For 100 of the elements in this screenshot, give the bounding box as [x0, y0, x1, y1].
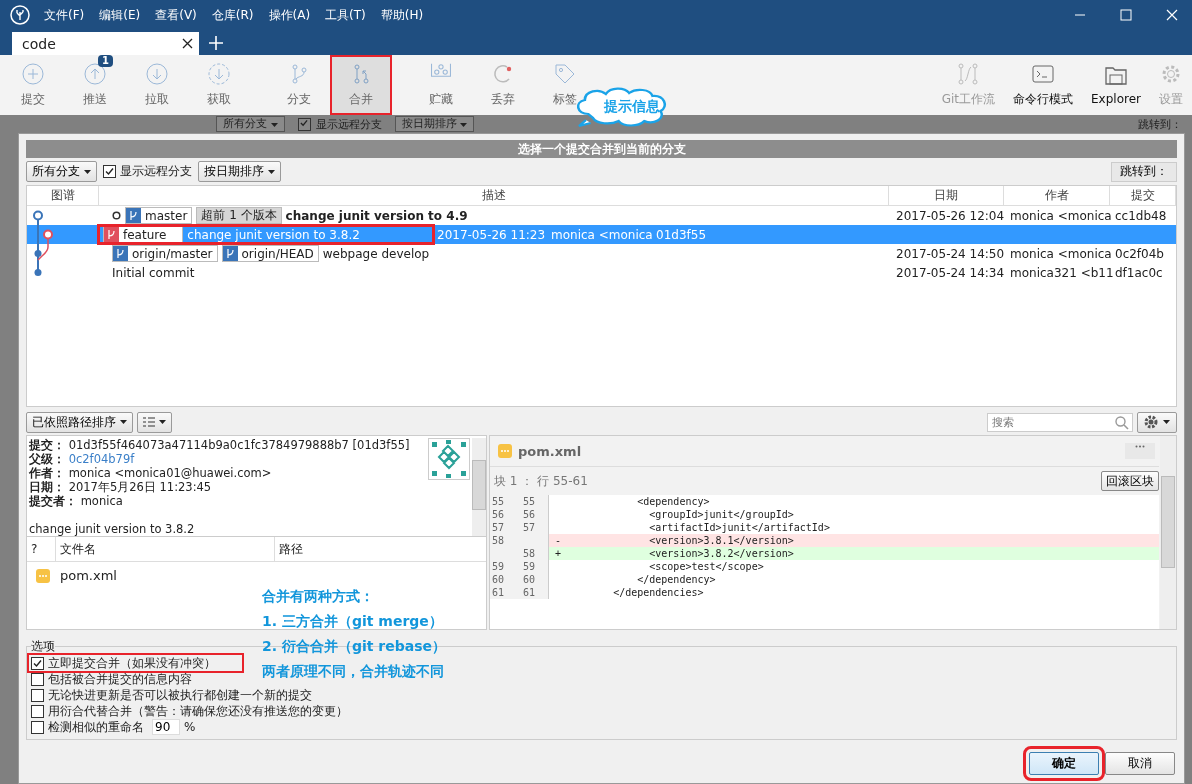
caret-icon: [84, 169, 91, 174]
column-header[interactable]: 作者: [1004, 186, 1110, 205]
checkbox-label: 无论快进更新是否可以被执行都创建一个新的提交: [48, 686, 312, 704]
commit-cell-text: 0c2f04b: [1114, 246, 1165, 261]
flow-icon: [957, 62, 980, 85]
branch-dropdown[interactable]: 所有分支: [26, 161, 97, 182]
toolbar-button[interactable]: 获取: [188, 55, 250, 115]
settings-dropdown[interactable]: [1137, 411, 1177, 433]
field-value: monica: [80, 494, 123, 508]
column-header[interactable]: 路径: [275, 537, 486, 561]
tag-icon: [554, 62, 576, 85]
toolbar-button[interactable]: 提交: [2, 55, 64, 115]
download-icon: [146, 62, 168, 85]
maximize-icon[interactable]: [1120, 9, 1132, 21]
modified-icon: [498, 444, 512, 458]
checkbox[interactable]: [103, 165, 116, 178]
column-header[interactable]: 描述: [99, 186, 889, 205]
modified-icon: [36, 568, 50, 583]
sort-dropdown[interactable]: 按日期排序: [394, 116, 474, 132]
checkbox[interactable]: [31, 656, 44, 670]
caret-icon: [460, 123, 467, 127]
sort-dropdown[interactable]: 已依照路径排序: [26, 411, 133, 433]
annotation-text: 2. 衍合合并（git rebase）: [262, 638, 447, 654]
menu-item[interactable]: 文件(F): [44, 6, 85, 24]
scrollbar[interactable]: [1160, 436, 1176, 629]
jump-label: 跳转到：: [1138, 116, 1182, 132]
date-cell-text: 2017-05-26 12:04: [895, 208, 1006, 223]
field-value: monica <monica01@huawei.com>: [68, 466, 272, 480]
plus-icon: [22, 62, 44, 85]
column-header[interactable]: 提交: [1110, 186, 1176, 205]
commit-cell-text: df1ac0c: [1114, 265, 1164, 280]
toolbar-button[interactable]: 贮藏: [410, 55, 472, 115]
toolbar-button[interactable]: 合并: [330, 55, 392, 115]
menu-item[interactable]: 操作(A): [268, 6, 311, 24]
list-icon: [143, 417, 155, 427]
checkbox-label: 显示远程分支: [315, 116, 382, 132]
upload-icon: [84, 62, 106, 85]
revert-hunk-button[interactable]: 回滚区块: [1101, 471, 1159, 491]
file-name: pom.xml: [518, 443, 582, 459]
commit-row[interactable]: Initial commit 2017-05-24 14:34 monica321 <b11df1ac0c: [98, 263, 1176, 282]
close-icon[interactable]: [182, 38, 193, 49]
search-field[interactable]: 搜索: [987, 412, 1133, 432]
checkbox-label: 检测相似的重命名: [48, 718, 144, 736]
toolbar-button[interactable]: 命令行模式: [1004, 55, 1083, 115]
checkbox[interactable]: [31, 688, 44, 702]
menu-item[interactable]: 工具(T): [325, 6, 366, 24]
jump-button[interactable]: 跳转到：: [1111, 161, 1177, 182]
column-header[interactable]: 文件名: [56, 537, 275, 561]
parent-link[interactable]: 0c2f04b79f: [68, 452, 135, 466]
branch-tag: origin/master: [112, 245, 218, 262]
search-icon: [1115, 415, 1129, 430]
number-field[interactable]: 90: [152, 719, 180, 735]
commit-message: change junit version to 3.8.2: [29, 522, 196, 536]
caret-icon: [1163, 420, 1170, 424]
menu-item[interactable]: 编辑(E): [99, 6, 141, 24]
annotation-text: 两者原理不同，合并轨迹不同: [262, 663, 444, 679]
checkbox[interactable]: [31, 704, 44, 718]
ahead-badge: 超前 1 个版本: [196, 207, 282, 224]
commit-row[interactable]: master 超前 1 个版本 change junit version to 4.9 2017-05-26 12:04 monica <monica cc1db48: [98, 206, 1176, 225]
add-tab-icon[interactable]: [209, 36, 223, 50]
toolbar-button[interactable]: Explorer: [1082, 55, 1150, 115]
scrollbar[interactable]: [472, 438, 486, 536]
toolbar-button[interactable]: 1 推送: [64, 55, 126, 115]
commit-row[interactable]: origin/master origin/HEAD webpage develop 2017-05-24 14:50 monica <monica 0c2f04b: [98, 244, 1176, 263]
toolbar-button[interactable]: 丢弃: [472, 55, 534, 115]
tab[interactable]: code: [12, 32, 199, 55]
view-dropdown[interactable]: [137, 411, 172, 433]
menu-item[interactable]: 帮助(H): [380, 6, 424, 24]
refresh-icon: [492, 62, 514, 85]
date-cell-text: 2017-05-26 11:23: [436, 227, 547, 242]
toolbar-button[interactable]: 分支: [268, 55, 330, 115]
menu-item[interactable]: 仓库(R): [211, 6, 254, 24]
column-header[interactable]: 日期: [889, 186, 1004, 205]
caret-icon: [268, 169, 275, 174]
terminal-icon: [1032, 62, 1055, 85]
dialog-title: 选择一个提交合并到当前的分支: [26, 140, 1177, 158]
commit-row[interactable]: feature change junit version to 3.8.2 2017-05-26 11:23 monica <monica 01d3f55: [98, 225, 1176, 244]
avatar-icon: [428, 438, 470, 480]
column-header[interactable]: 图谱: [27, 186, 99, 205]
stash-icon: [431, 62, 451, 77]
field-label: 提交者：: [29, 494, 77, 508]
branch-dropdown[interactable]: 所有分支: [216, 116, 285, 132]
commit-message: webpage develop: [322, 246, 430, 261]
menu-item[interactable]: 查看(V): [155, 6, 197, 24]
column-header[interactable]: ?: [27, 537, 56, 561]
date-cell-text: 2017-05-24 14:50: [895, 246, 1006, 261]
app-logo-icon: [10, 5, 30, 25]
sort-dropdown[interactable]: 按日期排序: [198, 161, 281, 182]
caret-icon: [120, 420, 127, 424]
checkbox[interactable]: [31, 720, 44, 734]
toolbar-button[interactable]: 拉取: [126, 55, 188, 115]
caret-icon: [270, 123, 278, 127]
annotation-text: 1. 三方合并（git merge）: [262, 613, 443, 629]
file-row[interactable]: pom.xml: [27, 562, 486, 583]
field-value: 2017年5月26日 11:23:45: [68, 480, 212, 494]
cancel-button[interactable]: 取消: [1105, 752, 1175, 775]
hunk-header: 块 1 ： 行 55-61: [494, 472, 588, 490]
commit-message: change junit version to 4.9: [285, 208, 468, 223]
checkbox-label: 用衍合代替合并（警告：请确保您还没有推送您的变更）: [48, 702, 348, 720]
checkbox[interactable]: [297, 117, 311, 131]
